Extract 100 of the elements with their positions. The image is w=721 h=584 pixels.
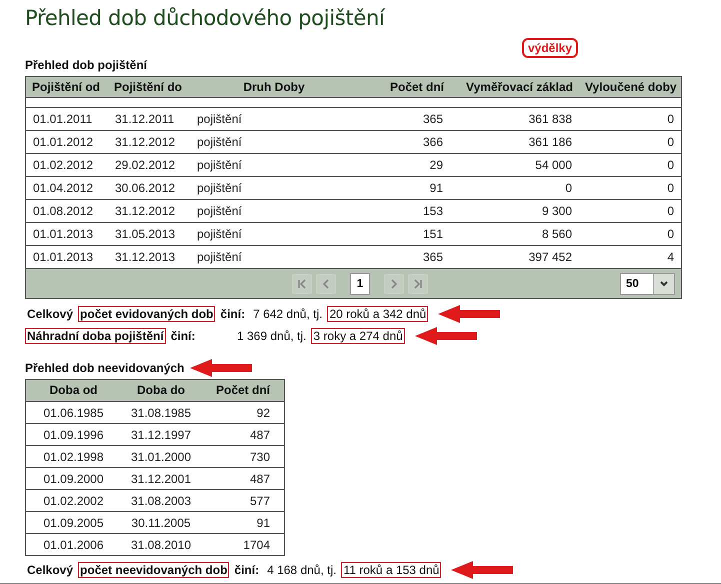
table-cell-text: 31.01.2000	[130, 450, 192, 464]
table-cell-text: 9 300	[540, 204, 573, 218]
summary-text: činí:	[170, 328, 196, 344]
summary-text: činí:	[233, 562, 260, 578]
table-cell-text: 01.09.2005	[42, 516, 105, 530]
table-cell-text: 01.04.2012	[32, 181, 94, 195]
table-cell-text: 366	[422, 135, 444, 149]
section-heading: Přehled dob neevidovaných	[25, 361, 184, 375]
table-cell-text: 365	[422, 112, 444, 126]
first-page-button[interactable]	[292, 274, 312, 294]
table-cell-text: 0	[666, 135, 675, 149]
section-heading: Přehled dob pojištění	[25, 58, 148, 72]
table-cell-text: 361 838	[528, 112, 573, 126]
table-cell-text: 0	[666, 112, 675, 126]
table-cell-text: 30.06.2012	[114, 181, 176, 195]
column-header[interactable]: Pojištění od	[26, 80, 108, 94]
table-cell-text: 31.08.2010	[130, 538, 192, 552]
table-cell-text: 31.12.2001	[130, 472, 192, 486]
table-cell-text: pojištění	[196, 204, 243, 218]
summary-text: činí:	[219, 306, 246, 322]
summary-text: 1 369 dnů, tj.	[236, 328, 308, 344]
summary-text: Celkový	[26, 306, 74, 322]
column-header[interactable]: Vyloučené doby	[579, 80, 681, 94]
table-cell-text: 01.01.2012	[32, 135, 94, 149]
highlighted-text: 3 roky a 274 dnů	[311, 328, 405, 344]
table-cell-text: 01.09.2000	[42, 472, 105, 486]
table-cell-text: 91	[428, 181, 444, 195]
table-cell-text: pojištění	[196, 112, 243, 126]
callout-label: výdělky	[522, 38, 578, 58]
table-cell-text: 361 186	[528, 135, 573, 149]
page-number[interactable]: 1	[350, 272, 370, 294]
previous-page-button[interactable]	[316, 274, 336, 294]
column-header[interactable]: Vyměřovací základ	[450, 80, 579, 94]
table-cell-text: 01.02.2012	[32, 158, 94, 172]
table-cell-text: 01.08.2012	[32, 204, 94, 218]
table-cell-text: 01.01.2013	[32, 250, 94, 264]
table-cell-text: 91	[256, 516, 271, 530]
table-cell-text: 1704	[242, 538, 271, 552]
table-cell-text: 31.05.2013	[114, 227, 176, 241]
table-cell-text: 30.11.2005	[130, 516, 192, 530]
table-cell-text: 31.08.2003	[130, 494, 192, 508]
table-cell-text: pojištění	[196, 181, 243, 195]
table-cell-text: 31.12.2011	[114, 112, 176, 126]
table-cell-text: 153	[422, 204, 444, 218]
table-cell-text: 730	[248, 450, 271, 464]
table-cell-text: 4	[666, 250, 675, 264]
table-cell-text: 29	[428, 158, 444, 172]
table-cell-text: 0	[564, 181, 573, 195]
table-cell-text: 0	[666, 227, 675, 241]
table-cell-text: 487	[248, 472, 271, 486]
table-cell-text: 01.02.1998	[42, 450, 105, 464]
table-cell-text: 365	[422, 250, 444, 264]
table-cell-text: 54 000	[534, 158, 573, 172]
table-cell-text: 01.01.2006	[42, 538, 105, 552]
table-cell-text: 31.08.1985	[130, 406, 192, 420]
page-title: Přehled dob důchodového pojištění	[25, 6, 386, 30]
table-cell-text: 01.02.2002	[42, 494, 105, 508]
column-header[interactable]: Pojištění do	[108, 80, 190, 94]
highlighted-text: 11 roků a 153 dnů	[341, 562, 442, 578]
page-size-select[interactable]: 50	[620, 272, 675, 294]
column-header: Počet dní	[214, 383, 272, 398]
table-cell-text: 01.01.2011	[32, 112, 94, 126]
highlighted-text: 20 roků a 342 dnů	[327, 306, 428, 322]
table-cell-text: 577	[248, 494, 271, 508]
highlighted-text: počet neevidovaných dob	[78, 562, 230, 578]
table-cell-text: 0	[666, 204, 675, 218]
last-page-icon	[413, 278, 423, 288]
highlighted-text: počet evidovaných dob	[78, 306, 216, 322]
last-page-button[interactable]	[408, 274, 428, 294]
column-header: Doba do	[136, 383, 186, 398]
first-page-icon	[297, 278, 307, 288]
table-cell-text: 31.12.2013	[114, 250, 176, 264]
table-cell-text: 01.06.1985	[42, 406, 105, 420]
table-cell-text: pojištění	[196, 158, 243, 172]
table-cell-text: 0	[666, 158, 675, 172]
table-cell-text: 8 560	[540, 227, 573, 241]
table-cell-text: 31.12.1997	[130, 428, 192, 442]
table-cell-text: 397 452	[528, 250, 573, 264]
table-cell-text: pojištění	[196, 250, 243, 264]
table-cell-text: 92	[256, 406, 271, 420]
table-cell-text: 151	[422, 227, 444, 241]
table-cell-text: 01.09.1996	[42, 428, 105, 442]
table-cell-text: 31.12.2012	[114, 135, 176, 149]
summary-text: 7 642 dnů, tj.	[252, 306, 324, 322]
table-cell-text: pojištění	[196, 135, 243, 149]
summary-text: 4 168 dnů, tj.	[266, 562, 338, 578]
table-cell-text: 0	[666, 181, 675, 195]
column-header[interactable]: Počet dní	[358, 80, 450, 94]
summary-text: Celkový	[26, 562, 74, 578]
caret-icon	[659, 278, 669, 288]
table-cell-text: pojištění	[196, 227, 243, 241]
table-cell-text: 29.02.2012	[114, 158, 176, 172]
table-cell-text: 487	[248, 428, 271, 442]
table-cell-text: 01.01.2013	[32, 227, 94, 241]
next-page-button[interactable]	[384, 274, 404, 294]
table-cell-text: 31.12.2012	[114, 204, 176, 218]
column-header[interactable]: Druh Doby	[190, 80, 358, 94]
highlighted-text: Náhradní doba pojištění	[25, 328, 166, 344]
column-header: Doba od	[48, 383, 98, 398]
chevron-right-icon	[389, 278, 399, 288]
